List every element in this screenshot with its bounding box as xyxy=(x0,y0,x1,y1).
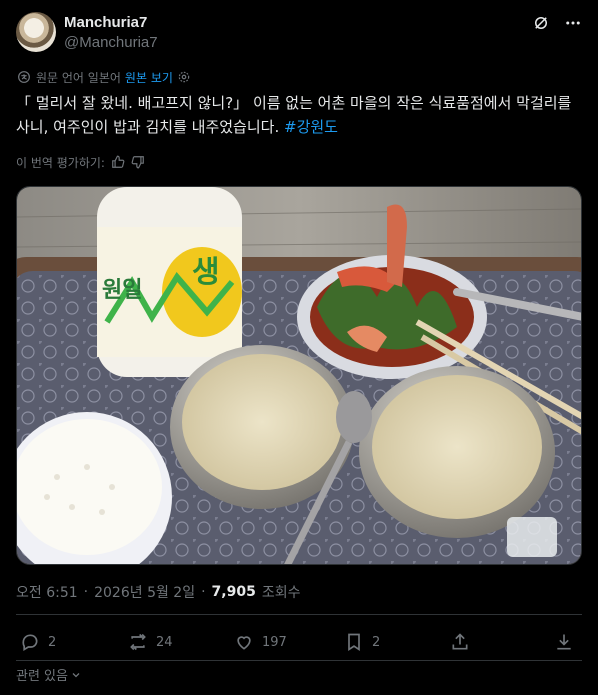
settings-gear-icon[interactable] xyxy=(177,70,191,84)
hashtag-link[interactable]: #강원도 xyxy=(284,118,338,136)
thumbs-up-icon[interactable] xyxy=(111,155,125,169)
author-display-name[interactable]: Manchuria7 xyxy=(64,14,158,31)
translation-notice-row: 원문 언어 일본어 원본 보기 xyxy=(16,68,191,86)
author-avatar[interactable] xyxy=(16,12,56,52)
bottle-brand-text: 원일 xyxy=(102,278,142,303)
post-text: 「 멀리서 잘 왔네. 배고프지 않니?」 이름 없는 어촌 마을의 작은 식료… xyxy=(16,91,582,139)
bottle-label-text: 생 xyxy=(192,255,220,290)
reply-count: 2 xyxy=(48,634,57,650)
divider xyxy=(16,614,582,615)
share-button[interactable] xyxy=(450,626,470,658)
repost-button[interactable]: 24 xyxy=(128,626,173,658)
action-bar: 2 24 197 2 xyxy=(16,626,582,658)
meta-separator: · xyxy=(83,584,89,600)
chevron-down-icon xyxy=(72,672,80,677)
post-meta: 오전 6:51 · 2026년 5월 2일 · 7,905 조회수 xyxy=(16,582,300,602)
download-icon xyxy=(557,634,571,650)
translate-icon xyxy=(18,71,30,83)
related-dropdown[interactable]: 관련 있음 xyxy=(16,665,82,684)
author-names: Manchuria7 @Manchuria7 xyxy=(64,14,158,51)
reply-icon xyxy=(22,634,38,651)
heart-icon xyxy=(237,636,251,650)
divider-bottom xyxy=(16,660,582,661)
reply-button[interactable]: 2 xyxy=(20,626,56,658)
rate-translation-row: 이 번역 평가하기: xyxy=(16,153,145,171)
view-count-label: 조회수 xyxy=(261,585,301,601)
translation-notice-text: 원문 언어 일본어 xyxy=(36,70,121,85)
grok-icon[interactable] xyxy=(532,14,550,32)
post-time[interactable]: 오전 6:51 xyxy=(16,582,78,602)
post-date[interactable]: 2026년 5월 2일 xyxy=(94,582,195,602)
rate-translation-label: 이 번역 평가하기: xyxy=(16,155,105,170)
like-button[interactable]: 197 xyxy=(234,626,287,658)
post-header: Manchuria7 @Manchuria7 xyxy=(16,12,582,56)
header-icons xyxy=(532,12,582,34)
photo-illustration: 생 원일 xyxy=(17,187,581,564)
bookmark-button[interactable]: 2 xyxy=(344,626,380,658)
share-icon xyxy=(452,633,468,650)
show-original-link[interactable]: 원본 보기 xyxy=(125,69,173,86)
related-label: 관련 있음 xyxy=(16,669,68,684)
post-photo[interactable]: 생 원일 xyxy=(16,186,582,565)
bookmark-count: 2 xyxy=(372,634,381,650)
bookmark-icon xyxy=(348,633,360,652)
view-count: 7,905 xyxy=(211,584,256,600)
repost-count: 24 xyxy=(156,634,173,650)
more-options-icon[interactable] xyxy=(564,14,582,32)
like-count: 197 xyxy=(262,634,287,650)
download-button[interactable] xyxy=(554,626,574,658)
thumbs-down-icon[interactable] xyxy=(131,155,145,169)
repost-icon xyxy=(130,633,146,651)
meta-separator-2: · xyxy=(201,584,206,600)
author-handle[interactable]: @Manchuria7 xyxy=(64,34,158,51)
